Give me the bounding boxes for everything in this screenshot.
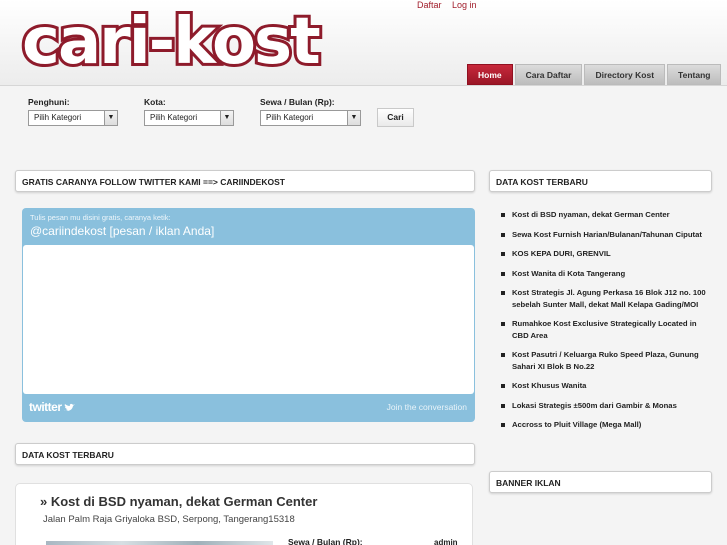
- twitter-widget: Tulis pesan mu disini gratis, caranya ke…: [22, 208, 475, 422]
- listing-photo[interactable]: [46, 541, 273, 545]
- bird-icon: [64, 403, 76, 411]
- search-bar: Penghuni: Kota: Sewa / Bulan (Rp): Pilih…: [0, 86, 727, 132]
- chevron-down-icon: ▼: [104, 111, 117, 125]
- list-item[interactable]: Kost Wanita di Kota Tangerang: [500, 268, 715, 280]
- twitter-logo-icon[interactable]: twitter: [29, 400, 76, 414]
- login-link[interactable]: Log in: [452, 0, 477, 10]
- kota-select-value: Pilih Kategori: [150, 113, 198, 122]
- sewa-select[interactable]: Pilih Kategori ▼: [260, 110, 361, 126]
- list-item[interactable]: Sewa Kost Furnish Harian/Bulanan/Tahunan…: [500, 229, 715, 241]
- kota-select[interactable]: Pilih Kategori ▼: [144, 110, 234, 126]
- list-item[interactable]: Kost Strategis Jl. Agung Perkasa 16 Blok…: [500, 287, 715, 310]
- sewa-label: Sewa / Bulan (Rp):: [260, 97, 335, 107]
- nav-directory-kost[interactable]: Directory Kost: [584, 64, 666, 85]
- sidebar-title: DATA KOST TERBARU: [489, 170, 712, 192]
- main-nav: Home Cara Daftar Directory Kost Tentang: [467, 64, 723, 85]
- sewa-select-value: Pilih Kategori: [266, 113, 314, 122]
- main-latest-title: DATA KOST TERBARU: [15, 443, 475, 465]
- listing-title[interactable]: » Kost di BSD nyaman, dekat German Cente…: [40, 494, 317, 509]
- cari-button[interactable]: Cari: [377, 108, 414, 127]
- penghuni-select-value: Pilih Kategori: [34, 113, 82, 122]
- nav-cara-daftar[interactable]: Cara Daftar: [514, 64, 583, 85]
- top-links: Daftar Log in: [417, 0, 485, 10]
- join-conversation-link[interactable]: Join the conversation: [387, 402, 467, 412]
- list-item[interactable]: Rumahkoe Kost Exclusive Strategically Lo…: [500, 318, 715, 341]
- list-item[interactable]: Lokasi Strategis ±500m dari Gambir & Mon…: [500, 400, 715, 412]
- twitter-hint: Tulis pesan mu disini gratis, caranya ke…: [30, 213, 171, 222]
- list-item[interactable]: Kost di BSD nyaman, dekat German Center: [500, 209, 715, 221]
- listing-address: Jalan Palm Raja Griyaloka BSD, Serpong, …: [43, 514, 295, 525]
- listing-sewa-label: Sewa / Bulan (Rp):: [288, 537, 363, 545]
- list-item[interactable]: KOS KEPA DURI, GRENVIL: [500, 248, 715, 260]
- penghuni-select[interactable]: Pilih Kategori ▼: [28, 110, 118, 126]
- penghuni-label: Penghuni:: [28, 97, 70, 107]
- twitter-handle: @cariindekost [pesan / iklan Anda]: [30, 224, 215, 238]
- chevron-down-icon: ▼: [220, 111, 233, 125]
- list-item[interactable]: Accross to Pluit Village (Mega Mall): [500, 419, 715, 431]
- list-item[interactable]: Kost Khusus Wanita: [500, 380, 715, 392]
- nav-home[interactable]: Home: [467, 64, 513, 85]
- nav-tentang[interactable]: Tentang: [667, 64, 722, 85]
- kota-label: Kota:: [144, 97, 166, 107]
- list-item[interactable]: Kost Pasutri / Keluarga Ruko Speed Plaza…: [500, 349, 715, 372]
- banner-title: BANNER IKLAN: [489, 471, 712, 493]
- twitter-section-title: GRATIS CARANYA FOLLOW TWITTER KAMI ==> C…: [15, 170, 475, 192]
- site-logo-fill: cari-kost: [22, 5, 321, 79]
- listing-card[interactable]: » Kost di BSD nyaman, dekat German Cente…: [15, 483, 473, 545]
- daftar-link[interactable]: Daftar: [417, 0, 442, 10]
- twitter-feed[interactable]: [23, 245, 474, 394]
- latest-kost-list: Kost di BSD nyaman, dekat German Center …: [500, 209, 715, 439]
- listing-author: admin: [434, 538, 458, 545]
- chevron-down-icon: ▼: [347, 111, 360, 125]
- site-header: Daftar Log in cari-kost cari-kost Home C…: [0, 0, 727, 86]
